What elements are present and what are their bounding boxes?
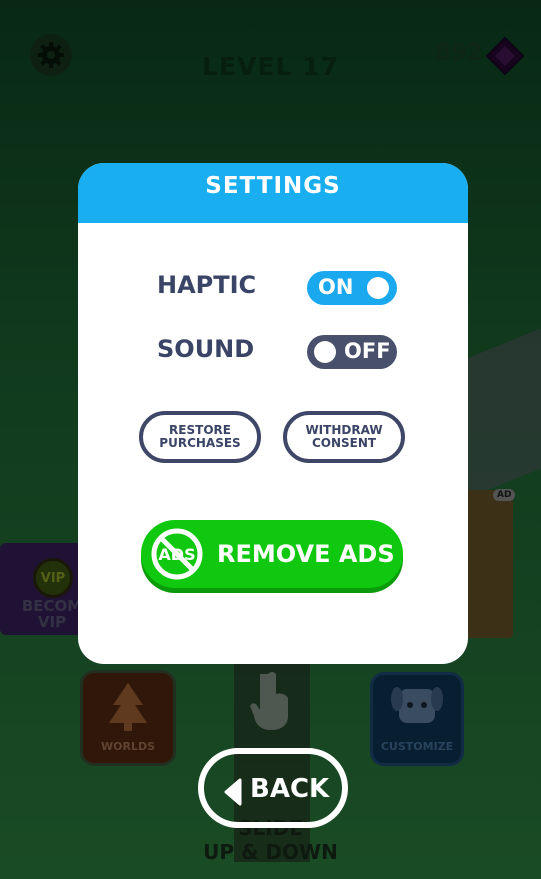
sound-label: SOUND	[157, 335, 255, 363]
settings-dialog: SETTINGS HAPTIC ON SOUND OFF RESTORE PUR…	[78, 163, 468, 664]
sound-toggle[interactable]: OFF	[307, 335, 397, 369]
withdraw-line2: CONSENT	[311, 436, 377, 450]
sound-knob	[314, 341, 336, 363]
haptic-toggle[interactable]: ON	[307, 271, 397, 305]
back-label: BACK	[250, 774, 330, 804]
remove-ads-button[interactable]: ADS REMOVE ADS	[141, 520, 403, 588]
sound-state: OFF	[344, 339, 391, 363]
header-wave	[78, 209, 468, 221]
dialog-title: SETTINGS	[205, 173, 341, 199]
back-arrow-icon	[224, 778, 242, 806]
back-button[interactable]: BACK	[198, 748, 348, 828]
haptic-state: ON	[318, 275, 354, 299]
restore-purchases-button[interactable]: RESTORE PURCHASES	[139, 411, 261, 463]
restore-line2: PURCHASES	[159, 436, 241, 450]
haptic-label: HAPTIC	[157, 271, 257, 299]
remove-ads-label: REMOVE ADS	[217, 540, 395, 568]
haptic-knob	[367, 277, 389, 299]
no-ads-icon: ADS	[151, 528, 203, 580]
withdraw-consent-button[interactable]: WITHDRAW CONSENT	[283, 411, 405, 463]
